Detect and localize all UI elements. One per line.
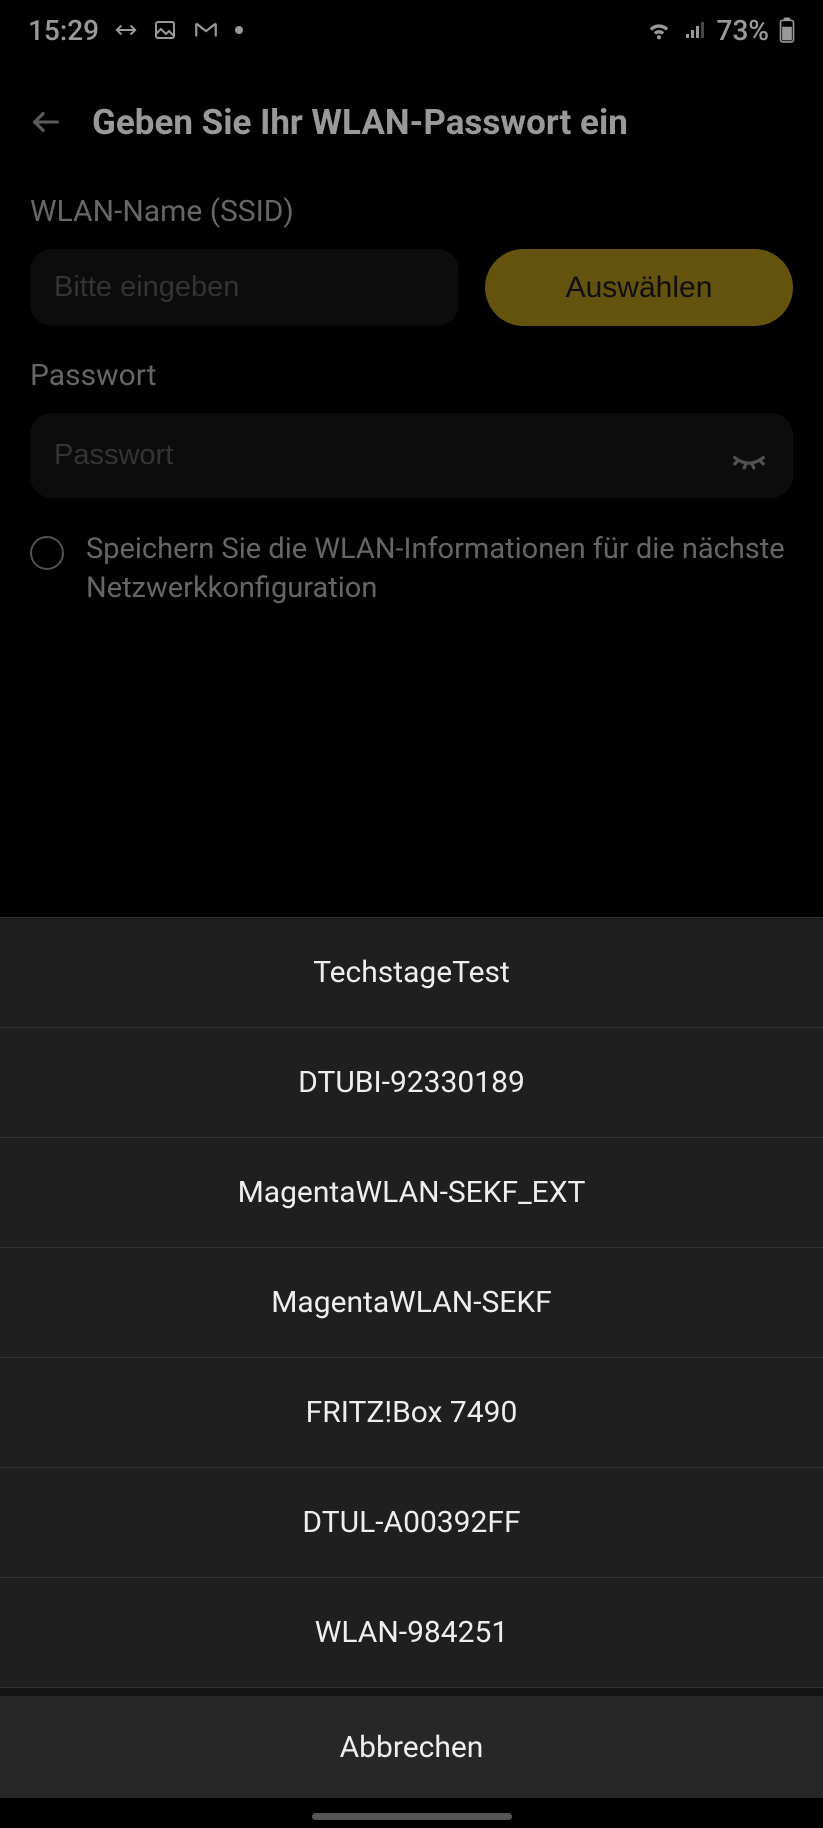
toggle-password-visibility-icon[interactable] <box>729 436 769 476</box>
password-row <box>30 413 793 498</box>
ssid-input[interactable] <box>30 249 459 326</box>
battery-percent: 73% <box>717 14 769 47</box>
gmail-icon <box>193 17 219 43</box>
network-option[interactable]: DTUL-A00392FF <box>0 1468 823 1578</box>
status-left: 15:29 <box>28 14 243 47</box>
save-info-label: Speichern Sie die WLAN-Informationen für… <box>86 530 793 608</box>
transfer-icon <box>115 19 137 41</box>
more-dot-icon <box>235 26 243 34</box>
password-input[interactable] <box>30 413 793 498</box>
wlan-form: WLAN-Name (SSID) Auswählen Passwort Spei… <box>0 194 823 608</box>
select-network-button[interactable]: Auswählen <box>485 249 793 326</box>
back-button[interactable] <box>24 100 68 144</box>
network-option[interactable]: DTUBI-92330189 <box>0 1028 823 1138</box>
cancel-button[interactable]: Abbrechen <box>0 1688 823 1798</box>
status-bar: 15:29 <box>0 0 823 60</box>
ssid-label: WLAN-Name (SSID) <box>30 194 793 229</box>
battery-icon <box>779 17 795 43</box>
nav-handle[interactable] <box>312 1813 512 1820</box>
network-option[interactable]: MagentaWLAN-SEKF <box>0 1248 823 1358</box>
save-info-radio[interactable] <box>30 536 64 570</box>
network-picker-sheet: TechstageTest DTUBI-92330189 MagentaWLAN… <box>0 917 823 1798</box>
network-option[interactable]: TechstageTest <box>0 918 823 1028</box>
ssid-row: Auswählen <box>30 249 793 326</box>
status-right: 73% <box>645 14 795 47</box>
app-header: Geben Sie Ihr WLAN-Passwort ein <box>0 60 823 188</box>
wifi-icon <box>645 16 673 44</box>
save-info-row[interactable]: Speichern Sie die WLAN-Informationen für… <box>30 528 793 608</box>
password-label: Passwort <box>30 358 793 393</box>
network-option[interactable]: WLAN-984251 <box>0 1578 823 1688</box>
image-icon <box>153 18 177 42</box>
network-option[interactable]: MagentaWLAN-SEKF_EXT <box>0 1138 823 1248</box>
network-option[interactable]: FRITZ!Box 7490 <box>0 1358 823 1468</box>
page-title: Geben Sie Ihr WLAN-Passwort ein <box>92 102 799 143</box>
status-time: 15:29 <box>28 14 99 47</box>
signal-icon <box>683 18 707 42</box>
